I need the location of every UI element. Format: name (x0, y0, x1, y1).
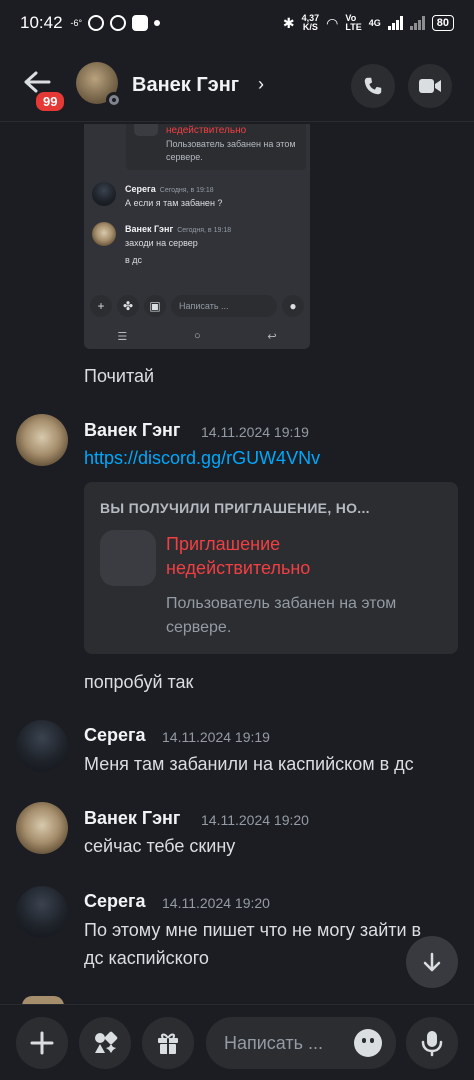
invite-header: ВЫ ПОЛУЧИЛИ ПРИГЛАШЕНИЕ, НО... (100, 500, 370, 516)
message-username[interactable]: Серега (84, 891, 146, 912)
apps-icon (95, 1031, 118, 1053)
apps-icon: ✤ (117, 295, 139, 317)
unread-badge: 99 (34, 90, 67, 113)
signal-icon (387, 16, 403, 30)
plus-icon (30, 1031, 54, 1055)
plus-icon: + (90, 295, 112, 317)
video-call-button[interactable] (408, 64, 452, 108)
avatar[interactable] (16, 886, 68, 938)
screenshot-input: Написать ... (171, 295, 277, 317)
invite-embed: ВЫ ПОЛУЧИЛИ ПРИГЛАШЕНИЕ, НО... Приглашен… (84, 482, 458, 654)
gift-icon (158, 1033, 178, 1054)
status-indicator (106, 92, 122, 108)
call-icon (364, 77, 382, 95)
server-icon (100, 530, 156, 586)
more-notifications-icon (154, 20, 161, 26)
message-text: Меня там забанили на каспийском в дс (84, 754, 414, 774)
chat-header: 99 Ванек Гэнг › (0, 50, 474, 122)
message-input[interactable]: Написать ... (206, 1017, 396, 1069)
message-timestamp: 14.11.2024 19:19 (201, 424, 309, 440)
avatar[interactable] (76, 62, 122, 108)
net-speed: 4,37 K/S (301, 13, 320, 32)
mic-icon (421, 1031, 443, 1057)
message-timestamp: 14.11.2024 19:20 (201, 812, 309, 828)
net-type: 4G (368, 18, 381, 28)
screenshot-msg1-text: А если я там забанен ? (125, 198, 223, 208)
mic-icon: ● (282, 295, 304, 317)
gift-button[interactable] (142, 1017, 194, 1069)
screenshot-invite-title: недействительно (166, 125, 247, 136)
message-username[interactable]: Серега (84, 725, 146, 746)
call-button[interactable] (351, 64, 395, 108)
return-icon: ↩ (267, 330, 277, 343)
message-username[interactable]: Ванек Гэнг (84, 420, 180, 441)
gift-icon: ▣ (144, 295, 166, 317)
avatar[interactable] (16, 414, 68, 466)
status-temp: -6° (70, 18, 83, 28)
video-icon (419, 79, 441, 93)
message-username[interactable]: Ванек Гэнг (84, 808, 180, 829)
message-text: попробуй так (84, 672, 194, 692)
invite-link[interactable]: https://discord.gg/rGUW4VNv (84, 448, 320, 469)
signal-icon-2 (409, 16, 425, 30)
scroll-to-bottom-button[interactable] (406, 936, 458, 988)
message-text: сейчас тебе скину (84, 836, 236, 856)
screenshot-invite-icon (134, 124, 158, 136)
message-text: Почитай (84, 366, 155, 386)
screenshot-avatar (92, 182, 116, 206)
app-notification-icon (132, 15, 149, 31)
at-icon (88, 15, 105, 31)
whatsapp-icon (110, 15, 127, 31)
message-timestamp: 14.11.2024 19:20 (162, 895, 270, 911)
chevron-right-icon: › (258, 74, 264, 94)
screenshot-composer: + ✤ ▣ Написать ... ● (84, 290, 310, 322)
bluetooth-icon: ✱ (282, 14, 295, 31)
status-time: 10:42 (20, 13, 63, 32)
page-title[interactable]: Ванек Гэнг (132, 74, 239, 97)
volte-label: Vo LTE (345, 13, 362, 32)
apps-button[interactable] (79, 1017, 131, 1069)
avatar[interactable] (16, 720, 68, 772)
message-text: По этому мне пишет что не могу зайти в (84, 920, 422, 940)
menu-icon: ☰ (117, 330, 128, 343)
avatar[interactable] (16, 802, 68, 854)
screenshot-msg1-user: Серега Сегодня, в 19:18 (125, 184, 214, 194)
add-attachment-button[interactable] (16, 1017, 68, 1069)
invite-description: Пользователь забанен на этом сервере. (166, 595, 397, 636)
message-text: дс каспийского (84, 948, 209, 968)
screenshot-msg2-line1: заходи на сервер (125, 238, 198, 248)
screenshot-msg2-line2: в дс (125, 255, 143, 265)
invite-title: Приглашение недействительно (166, 534, 311, 578)
attached-screenshot[interactable]: недействительно Пользователь забанен на … (84, 124, 310, 349)
screenshot-msg2-user: Ванек Гэнг Сегодня, в 19:18 (125, 224, 232, 234)
screenshot-avatar (92, 222, 116, 246)
emoji-icon[interactable] (354, 1029, 382, 1057)
status-bar: 10:42 -6° ✱ 4,37 K/S ◠ Vo LTE 4G 80 (0, 0, 474, 46)
wifi-icon: ◠ (326, 14, 339, 31)
screenshot-nav-bar: ☰ ○ ↩ (84, 326, 310, 346)
voice-message-button[interactable] (406, 1017, 458, 1069)
message-composer: Написать ... (0, 1004, 474, 1080)
message-timestamp: 14.11.2024 19:19 (162, 729, 270, 745)
battery-level: 80 (431, 15, 454, 31)
screenshot-invite-desc: Пользователь забанен на этом сервере. (166, 139, 296, 162)
message-input-placeholder: Написать ... (224, 1033, 324, 1053)
screenshot-invite-embed: недействительно Пользователь забанен на … (126, 124, 306, 170)
home-icon: ○ (194, 330, 201, 342)
arrow-down-icon (423, 952, 441, 972)
